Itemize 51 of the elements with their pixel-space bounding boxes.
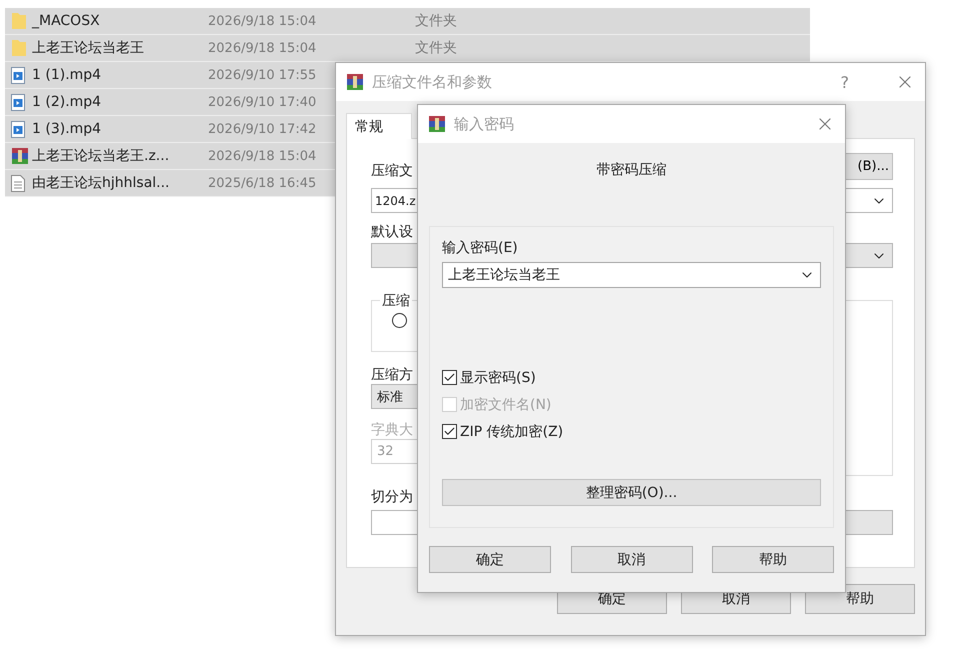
file-row[interactable]: 上老王论坛当老王 2026/9/18 15:04 文件夹 (5, 35, 810, 62)
file-name: _MACOSX (32, 13, 100, 29)
file-name: 1 (1).mp4 (32, 67, 102, 83)
folder-icon (11, 39, 27, 57)
checkbox-label: 显示密码(S) (460, 368, 536, 386)
document-icon (11, 174, 25, 192)
file-type: 文件夹 (415, 39, 457, 57)
file-row[interactable]: _MACOSX 2026/9/18 15:04 文件夹 (5, 8, 810, 35)
file-date: 2026/9/10 17:40 (208, 94, 316, 110)
file-name: 由老王论坛hjhhlsal... (32, 174, 170, 192)
help-button[interactable]: ? (840, 72, 849, 92)
checkbox[interactable] (442, 424, 457, 439)
file-name: 上老王论坛当老王.z... (32, 147, 170, 165)
field-label: 默认设 (371, 224, 413, 240)
field-label: 压缩方 (371, 367, 413, 383)
file-date: 2026/9/18 15:04 (208, 148, 316, 164)
video-file-icon (11, 120, 25, 138)
checkbox[interactable] (442, 370, 457, 385)
file-date: 2026/9/18 15:04 (208, 40, 316, 56)
file-name: 1 (3).mp4 (32, 121, 102, 137)
folder-icon (11, 12, 27, 30)
field-label: 切分为 (371, 489, 413, 505)
file-name: 上老王论坛当老王 (32, 39, 144, 57)
password-field[interactable]: 上老王论坛当老王 (442, 262, 821, 288)
field-label: 压缩文 (371, 163, 413, 179)
browse-button[interactable]: (B)... (845, 153, 893, 180)
radio-button[interactable] (392, 313, 407, 328)
file-date: 2026/9/10 17:42 (208, 122, 316, 136)
dialog-button[interactable]: 取消 (570, 546, 692, 573)
file-date: 2026/9/10 17:55 (208, 68, 316, 82)
file-date: 2026/9/18 15:04 (208, 14, 316, 28)
checkbox-label: 加密文件名(N) (460, 396, 552, 414)
window-title: 压缩文件名和参数 (372, 72, 493, 92)
dialog-heading: 带密码压缩 (596, 161, 668, 179)
video-file-icon (11, 94, 25, 110)
dialog-button[interactable]: 确定 (429, 546, 551, 573)
tab[interactable]: 常规 (346, 113, 412, 139)
file-date: 2025/6/18 16:45 (208, 176, 316, 190)
field-label: 字典大 (371, 422, 413, 438)
stacked-books-icon (346, 73, 364, 91)
stacked-books-icon (11, 147, 29, 165)
checkbox-label: ZIP 传统加密(Z) (460, 422, 564, 440)
file-name: 1 (2).mp4 (32, 94, 102, 110)
video-file-icon (11, 66, 25, 84)
field-label: 输入密码(E) (442, 239, 519, 257)
file-type: 文件夹 (415, 12, 457, 30)
window-title: 输入密码 (454, 114, 515, 134)
manage-passwords-button[interactable]: 整理密码(O)... (442, 479, 821, 506)
group-label: 压缩 (380, 292, 412, 310)
stacked-books-icon (428, 115, 446, 133)
dialog-button[interactable]: 帮助 (712, 546, 834, 573)
